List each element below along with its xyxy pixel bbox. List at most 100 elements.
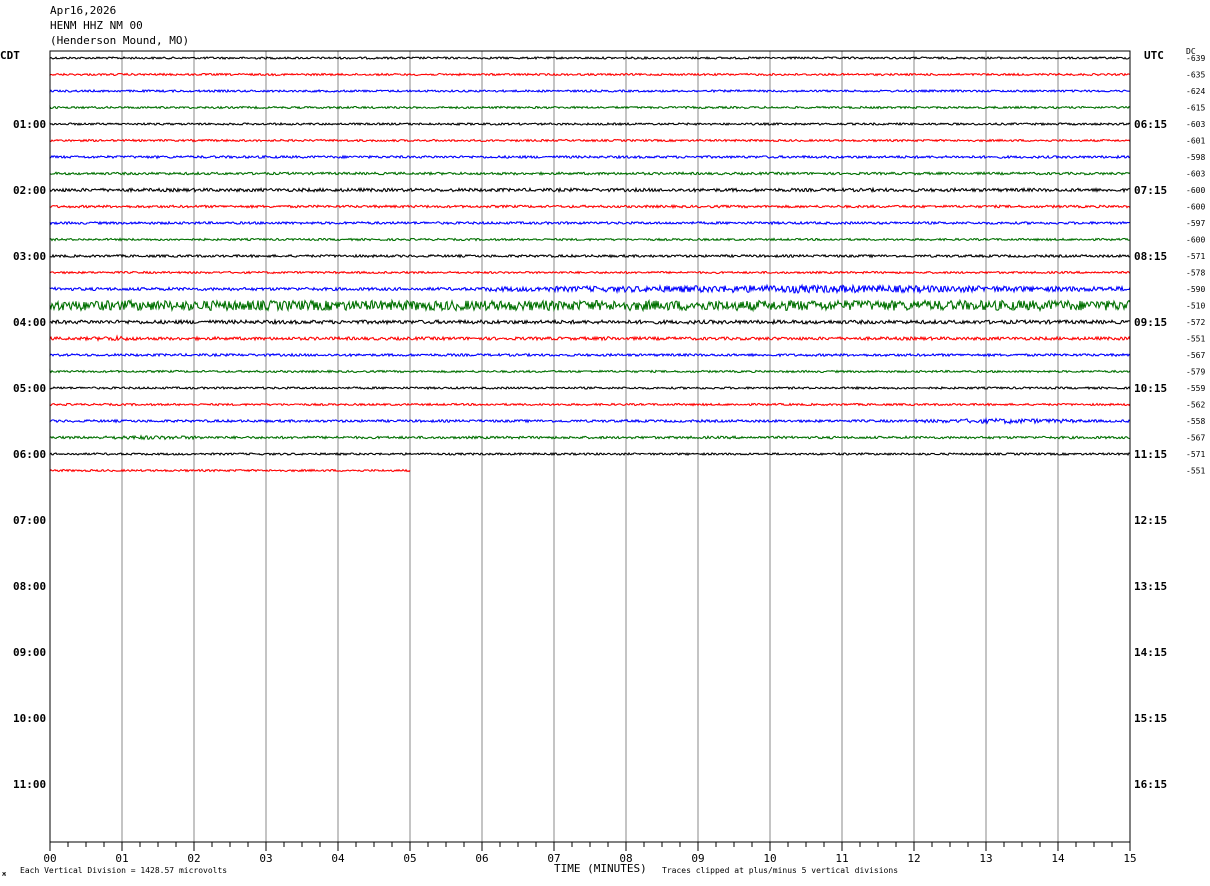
seismic-trace xyxy=(49,253,1131,259)
seismic-trace xyxy=(49,186,1130,194)
seismic-trace xyxy=(49,121,1131,127)
x-tick-label: 06 xyxy=(475,852,488,865)
seismic-trace xyxy=(49,104,1131,110)
x-tick-label: 09 xyxy=(691,852,704,865)
x-tick-label: 03 xyxy=(259,852,272,865)
clipping-note: Traces clipped at plus/minus 5 vertical … xyxy=(662,866,899,875)
left-hour-label: 04:00 xyxy=(13,316,46,329)
seismic-trace xyxy=(49,203,1131,210)
left-hour-label: 05:00 xyxy=(13,382,46,395)
logo-mark: ж xyxy=(2,870,7,878)
dc-offset-label: -559 xyxy=(1186,384,1205,393)
helicorder-plot: -639-635-624-615-603-601-598-603-600-600… xyxy=(13,50,1205,865)
right-hour-label: 11:15 xyxy=(1134,448,1167,461)
seismic-trace xyxy=(49,434,1131,441)
dc-offset-label: -551 xyxy=(1186,467,1205,476)
x-axis-title: TIME (MINUTES) xyxy=(554,862,647,875)
dc-offset-label: -601 xyxy=(1186,137,1205,146)
seismic-trace xyxy=(49,352,1131,358)
station-code: HENM HHZ NM 00 xyxy=(50,19,143,32)
plot-frame xyxy=(49,50,1131,843)
x-tick-label: 00 xyxy=(43,852,56,865)
left-hour-label: 11:00 xyxy=(13,778,46,791)
left-hour-label: 01:00 xyxy=(13,118,46,131)
seismic-trace xyxy=(49,451,1131,457)
vertical-division-note: Each Vertical Division = 1428.57 microvo… xyxy=(20,866,228,875)
plot-border xyxy=(49,50,1131,843)
dc-offset-label: -579 xyxy=(1186,368,1205,377)
dc-offset-label: -635 xyxy=(1186,71,1205,80)
dc-offset-label: -624 xyxy=(1186,87,1205,96)
x-tick-label: 12 xyxy=(907,852,920,865)
x-tick-label: 14 xyxy=(1051,852,1065,865)
seismic-trace xyxy=(49,72,1131,77)
trace-layer xyxy=(49,55,1131,473)
right-hour-label: 07:15 xyxy=(1134,184,1167,197)
right-hour-label: 13:15 xyxy=(1134,580,1167,593)
right-hour-label: 09:15 xyxy=(1134,316,1167,329)
seismic-trace xyxy=(49,220,1131,226)
left-hour-label: 08:00 xyxy=(13,580,46,593)
dc-offset-label: -598 xyxy=(1186,153,1205,162)
right-hour-label: 06:15 xyxy=(1134,118,1167,131)
seismic-trace xyxy=(49,468,411,473)
dc-offset-label: -572 xyxy=(1186,318,1205,327)
seismic-trace xyxy=(49,402,1131,407)
station-location: (Henderson Mound, MO) xyxy=(50,34,190,47)
dc-offset-label: -590 xyxy=(1186,285,1205,294)
x-tick-label: 01 xyxy=(115,852,128,865)
minute-grid xyxy=(121,51,1059,842)
right-hour-label: 08:15 xyxy=(1134,250,1167,263)
x-tick-label: 10 xyxy=(763,852,776,865)
x-tick-label: 13 xyxy=(979,852,992,865)
left-hour-label: 09:00 xyxy=(13,646,46,659)
dc-offset-label: -600 xyxy=(1186,203,1205,212)
dc-offset-label: -567 xyxy=(1186,434,1205,443)
seismic-trace xyxy=(49,55,1131,61)
seismic-trace xyxy=(49,385,1131,391)
seismic-trace xyxy=(49,318,1131,326)
left-hour-label: 03:00 xyxy=(13,250,46,263)
dc-offset-label: -571 xyxy=(1186,450,1205,459)
dc-offset-header: DC xyxy=(1186,47,1196,56)
dc-offset-label: -597 xyxy=(1186,219,1205,228)
seismic-trace xyxy=(49,270,1131,275)
right-hour-label: 10:15 xyxy=(1134,382,1167,395)
seismic-trace xyxy=(49,416,1131,425)
left-timezone-label: CDT xyxy=(0,49,20,62)
dc-offset-label: -562 xyxy=(1186,401,1205,410)
dc-offset-label: -603 xyxy=(1186,120,1205,129)
right-hour-label: 14:15 xyxy=(1134,646,1167,659)
dc-offset-label: -558 xyxy=(1186,417,1205,426)
left-hour-label: 06:00 xyxy=(13,448,46,461)
dc-offset-label: -567 xyxy=(1186,351,1205,360)
x-tick-label: 04 xyxy=(331,852,345,865)
right-hour-label: 15:15 xyxy=(1134,712,1167,725)
x-tick-label: 05 xyxy=(403,852,416,865)
left-hour-label: 10:00 xyxy=(13,712,46,725)
right-hour-label: 16:15 xyxy=(1134,778,1167,791)
left-hour-label: 02:00 xyxy=(13,184,46,197)
right-timezone-label: UTC xyxy=(1144,49,1164,62)
dc-offset-label: -551 xyxy=(1186,335,1205,344)
seismic-trace xyxy=(49,334,1131,342)
x-axis-ticks xyxy=(49,842,1131,851)
dc-offset-label: -571 xyxy=(1186,252,1205,261)
seismic-trace xyxy=(49,298,1131,313)
plot-date: Apr16,2026 xyxy=(50,4,117,17)
left-hour-label: 07:00 xyxy=(13,514,46,527)
x-tick-label: 02 xyxy=(187,852,200,865)
seismic-trace xyxy=(49,283,1131,295)
x-tick-label: 11 xyxy=(835,852,848,865)
dc-offset-label: -600 xyxy=(1186,236,1205,245)
seismic-trace xyxy=(49,368,1131,374)
seismic-trace xyxy=(49,237,1131,242)
axis-labels: -639-635-624-615-603-601-598-603-600-600… xyxy=(13,54,1205,865)
seismic-trace xyxy=(49,138,1131,143)
seismic-trace xyxy=(49,88,1130,94)
dc-offset-label: -600 xyxy=(1186,186,1205,195)
dc-offset-label: -510 xyxy=(1186,302,1205,311)
seismic-trace xyxy=(49,154,1131,160)
x-tick-label: 15 xyxy=(1123,852,1136,865)
dc-offset-label: -603 xyxy=(1186,170,1205,179)
